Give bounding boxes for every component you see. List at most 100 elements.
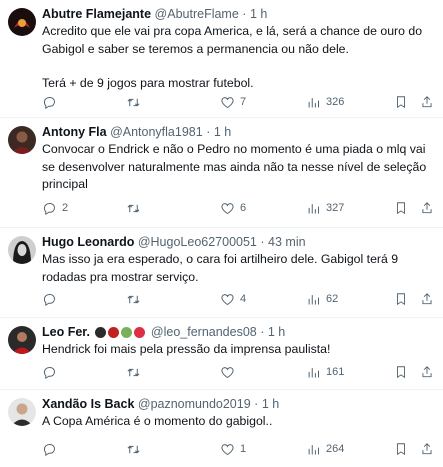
action-bar: 1 264	[42, 441, 437, 457]
tweet-text-2: Terá + de 9 jogos para mostrar futebol.	[42, 76, 254, 90]
avatar[interactable]	[8, 8, 36, 36]
retweet-icon	[127, 295, 140, 303]
author-name[interactable]: Antony Fla	[42, 125, 107, 139]
tweet-text: Hendrick foi mais pela pressão da impren…	[42, 342, 331, 356]
like-count: 7	[240, 96, 247, 108]
separator: ·	[242, 7, 247, 21]
retweet-icon	[127, 368, 140, 376]
red-heart-icon	[108, 327, 120, 338]
timestamp[interactable]: 1 h	[214, 125, 231, 139]
timestamp[interactable]: 1 h	[262, 397, 279, 411]
author-handle[interactable]: @Antonyfla1981	[110, 125, 203, 139]
views-count: 326	[326, 96, 345, 108]
timestamp[interactable]: 1 h	[250, 7, 267, 21]
like-button[interactable]: 4	[220, 291, 246, 307]
tweet-text: A Copa América é o momento do gabigol..	[42, 414, 273, 428]
author-name[interactable]: Abutre Flamejante	[42, 7, 151, 21]
green-heart-icon	[121, 327, 133, 338]
retweet-icon	[127, 445, 140, 453]
author-handle[interactable]: @AbutreFlame	[155, 7, 239, 21]
share-button[interactable]	[420, 200, 434, 216]
bookmark-button[interactable]	[394, 441, 408, 457]
retweet-button[interactable]	[126, 200, 146, 216]
heart-icon	[221, 443, 234, 455]
reply-icon	[43, 202, 55, 215]
views-button[interactable]: 161	[306, 364, 344, 380]
share-button[interactable]	[420, 364, 434, 380]
views-count: 264	[326, 443, 345, 455]
retweet-button[interactable]	[126, 441, 146, 457]
views-count: 62	[326, 293, 339, 305]
views-count: 327	[326, 202, 345, 214]
tweet-text: Mas isso ja era esperado, o cara foi art…	[42, 252, 399, 284]
views-icon	[308, 367, 319, 377]
views-button[interactable]: 62	[306, 291, 338, 307]
separator: ·	[206, 125, 211, 139]
retweet-button[interactable]	[126, 291, 146, 307]
share-icon	[422, 366, 432, 378]
views-button[interactable]: 326	[306, 94, 344, 110]
views-icon	[308, 203, 319, 213]
tweet-5[interactable]: Xandão Is Back @paznomundo2019 · 1 h A C…	[0, 390, 443, 467]
tweet-2[interactable]: Antony Fla @Antonyfla1981 · 1 h Convocar…	[0, 118, 443, 228]
share-icon	[422, 443, 432, 455]
share-button[interactable]	[420, 291, 434, 307]
reply-button[interactable]	[42, 364, 62, 380]
action-bar: 4 62	[42, 291, 437, 307]
avatar[interactable]	[8, 126, 36, 154]
retweet-button[interactable]	[126, 94, 146, 110]
red-heart-icon	[134, 327, 146, 338]
reply-icon	[43, 366, 55, 379]
timestamp[interactable]: 43 min	[268, 235, 306, 249]
tweet-feed: Abutre Flamejante @AbutreFlame · 1 h Acr…	[0, 0, 443, 467]
views-button[interactable]: 264	[306, 441, 344, 457]
bookmark-button[interactable]	[394, 94, 408, 110]
bookmark-icon	[397, 96, 405, 109]
reply-button[interactable]	[42, 94, 62, 110]
retweet-button[interactable]	[126, 364, 146, 380]
avatar[interactable]	[8, 398, 36, 426]
share-button[interactable]	[420, 94, 434, 110]
author-handle[interactable]: @paznomundo2019	[138, 397, 251, 411]
tweet-4[interactable]: Leo Fer. @leo_fernandes08 · 1 h Hendrick…	[0, 318, 443, 390]
like-button[interactable]: 1	[220, 441, 246, 457]
author-name[interactable]: Xandão Is Back	[42, 397, 134, 411]
tweet-text: Convocar o Endrick e não o Pedro no mome…	[42, 142, 427, 191]
share-icon	[422, 96, 432, 108]
share-icon	[422, 202, 432, 214]
reply-button[interactable]	[42, 291, 62, 307]
share-button[interactable]	[420, 441, 434, 457]
like-count: 4	[240, 293, 247, 305]
like-count: 6	[240, 202, 247, 214]
retweet-icon	[127, 98, 140, 106]
like-button[interactable]: 6	[220, 200, 246, 216]
bookmark-button[interactable]	[394, 200, 408, 216]
timestamp[interactable]: 1 h	[268, 325, 285, 339]
action-bar: 2 6 327	[42, 200, 437, 216]
like-button[interactable]	[220, 364, 240, 380]
tweet-3[interactable]: Hugo Leonardo @HugoLeo62700051 · 43 min …	[0, 228, 443, 318]
views-icon	[308, 444, 319, 454]
views-button[interactable]: 327	[306, 200, 344, 216]
black-heart-icon	[95, 327, 107, 338]
avatar[interactable]	[8, 236, 36, 264]
bookmark-button[interactable]	[394, 291, 408, 307]
tweet-1[interactable]: Abutre Flamejante @AbutreFlame · 1 h Acr…	[0, 0, 443, 118]
reply-button[interactable]: 2	[42, 200, 68, 216]
reply-count: 2	[62, 202, 69, 214]
author-name[interactable]: Hugo Leonardo	[42, 235, 134, 249]
bookmark-button[interactable]	[394, 364, 408, 380]
heart-icon	[221, 366, 234, 378]
retweet-icon	[127, 204, 140, 212]
bookmark-icon	[397, 443, 405, 456]
heart-icon	[221, 202, 234, 214]
like-button[interactable]: 7	[220, 94, 246, 110]
emoji-hearts	[95, 327, 146, 338]
reply-button[interactable]	[42, 441, 62, 457]
author-name[interactable]: Leo Fer.	[42, 325, 90, 339]
share-icon	[422, 293, 432, 305]
author-handle[interactable]: @HugoLeo62700051	[138, 235, 257, 249]
action-bar: 161	[42, 364, 437, 380]
author-handle[interactable]: @leo_fernandes08	[151, 325, 257, 339]
avatar[interactable]	[8, 326, 36, 354]
